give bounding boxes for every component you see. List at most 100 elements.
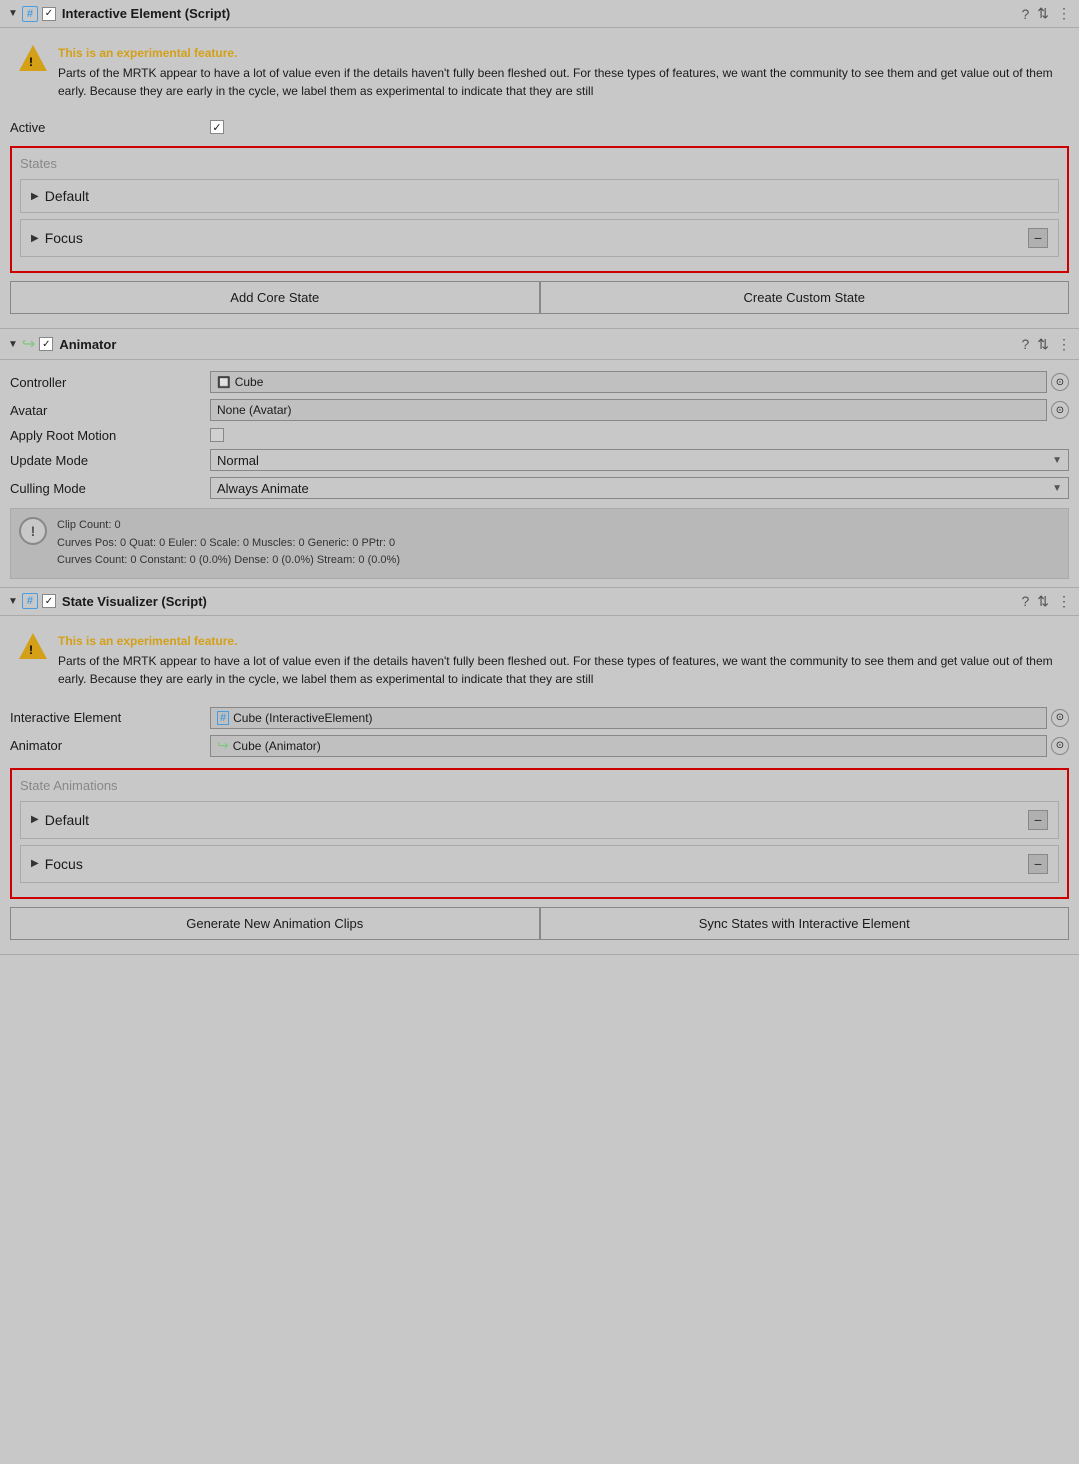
animator-obj-icon: ↪ bbox=[217, 737, 229, 754]
state-anim-remove-focus[interactable]: − bbox=[1028, 854, 1048, 874]
state-anim-focus-label[interactable]: ▶ Focus bbox=[31, 856, 83, 872]
panel3-actions: ? ⇅ ⋮ bbox=[1021, 593, 1071, 610]
interactive-element-value: # Cube (InteractiveElement) ⊙ bbox=[210, 707, 1069, 729]
state-name-default-1: Default bbox=[45, 188, 89, 204]
apply-root-field-row: Apply Root Motion bbox=[10, 424, 1069, 446]
update-mode-dropdown[interactable]: Normal ▼ bbox=[210, 449, 1069, 471]
interactive-select-btn[interactable]: ⊙ bbox=[1051, 709, 1069, 727]
interactive-obj-icon: # bbox=[217, 711, 229, 725]
interactive-element-body: ! This is an experimental feature. Parts… bbox=[0, 28, 1079, 328]
state-anim-item-default: ▶ Default − bbox=[20, 801, 1059, 839]
state-animations-panel: State Animations ▶ Default − ▶ Focus − bbox=[10, 768, 1069, 899]
generate-animation-clips-button[interactable]: Generate New Animation Clips bbox=[10, 907, 540, 940]
avatar-select-btn[interactable]: ⊙ bbox=[1051, 401, 1069, 419]
warning-box-1: ! This is an experimental feature. Parts… bbox=[10, 36, 1069, 108]
animator-label-3: Animator bbox=[10, 738, 210, 753]
state-default-label-1[interactable]: ▶ Default bbox=[31, 188, 89, 204]
anim-info-line1: Clip Count: 0 bbox=[57, 519, 121, 531]
states-panel-1: States ▶ Default ▶ Focus − bbox=[10, 146, 1069, 273]
help-icon-2[interactable]: ? bbox=[1021, 336, 1029, 352]
controller-object-field[interactable]: 🔲 Cube bbox=[210, 371, 1047, 393]
anim-info-line2: Curves Pos: 0 Quat: 0 Euler: 0 Scale: 0 … bbox=[57, 537, 395, 549]
warning-body-1: Parts of the MRTK appear to have a lot o… bbox=[58, 66, 1053, 98]
culling-mode-dropdown[interactable]: Always Animate ▼ bbox=[210, 477, 1069, 499]
state-visualizer-body: ! This is an experimental feature. Parts… bbox=[0, 616, 1079, 954]
warning-body-3: Parts of the MRTK appear to have a lot o… bbox=[58, 654, 1053, 686]
script-icon-1: # bbox=[22, 6, 38, 22]
apply-root-value bbox=[210, 428, 1069, 442]
controller-label: Controller bbox=[10, 375, 210, 390]
state-arrow-focus-1: ▶ bbox=[31, 233, 39, 244]
culling-mode-field-row: Culling Mode Always Animate ▼ bbox=[10, 474, 1069, 502]
controller-obj-name: Cube bbox=[235, 375, 1040, 389]
states-panel-title-1: States bbox=[20, 156, 1059, 171]
state-anim-default-label[interactable]: ▶ Default bbox=[31, 812, 89, 828]
animator-object-field-3[interactable]: ↪ Cube (Animator) bbox=[210, 735, 1047, 757]
sliders-icon-2[interactable]: ⇅ bbox=[1037, 336, 1049, 353]
add-core-state-button[interactable]: Add Core State bbox=[10, 281, 540, 314]
enable-checkbox-3[interactable]: ✓ bbox=[42, 594, 56, 608]
anim-info-text: Clip Count: 0 Curves Pos: 0 Quat: 0 Eule… bbox=[57, 517, 400, 570]
active-field-row: Active ✓ bbox=[10, 116, 1069, 138]
anim-info-box: ! Clip Count: 0 Curves Pos: 0 Quat: 0 Eu… bbox=[10, 508, 1069, 579]
warning-box-3: ! This is an experimental feature. Parts… bbox=[10, 624, 1069, 696]
collapse-arrow-3[interactable]: ▼ bbox=[8, 596, 18, 607]
animator-select-btn-3[interactable]: ⊙ bbox=[1051, 737, 1069, 755]
sliders-icon-3[interactable]: ⇅ bbox=[1037, 593, 1049, 610]
create-custom-state-button[interactable]: Create Custom State bbox=[540, 281, 1070, 314]
animator-header: ▼ ↪ ✓ Animator ? ⇅ ⋮ bbox=[0, 329, 1079, 360]
enable-checkbox-2[interactable]: ✓ bbox=[39, 337, 53, 351]
info-circle-icon: ! bbox=[19, 517, 47, 545]
interactive-element-object-field[interactable]: # Cube (InteractiveElement) bbox=[210, 707, 1047, 729]
state-focus-label-1[interactable]: ▶ Focus bbox=[31, 230, 83, 246]
sync-states-button[interactable]: Sync States with Interactive Element bbox=[540, 907, 1070, 940]
help-icon-3[interactable]: ? bbox=[1021, 593, 1029, 609]
help-icon-1[interactable]: ? bbox=[1021, 6, 1029, 22]
avatar-obj-name: None (Avatar) bbox=[217, 403, 1040, 417]
more-icon-2[interactable]: ⋮ bbox=[1057, 336, 1071, 353]
script-icon-3: # bbox=[22, 593, 38, 609]
interactive-element-field-row: Interactive Element # Cube (InteractiveE… bbox=[10, 704, 1069, 732]
animator-icon: ↪ bbox=[22, 334, 35, 354]
warning-icon-1: ! bbox=[18, 44, 48, 74]
state-anim-arrow-focus: ▶ bbox=[31, 858, 39, 869]
culling-mode-arrow: ▼ bbox=[1052, 483, 1062, 494]
panel1-title: Interactive Element (Script) bbox=[62, 6, 1022, 21]
collapse-arrow-2[interactable]: ▼ bbox=[8, 339, 18, 350]
warning-title-1: This is an experimental feature. bbox=[58, 44, 1061, 62]
warning-text-3: This is an experimental feature. Parts o… bbox=[58, 632, 1061, 688]
sliders-icon-1[interactable]: ⇅ bbox=[1037, 5, 1049, 22]
animator-field-row-3: Animator ↪ Cube (Animator) ⊙ bbox=[10, 732, 1069, 760]
state-anim-item-focus: ▶ Focus − bbox=[20, 845, 1059, 883]
state-item-default-1: ▶ Default bbox=[20, 179, 1059, 213]
avatar-label: Avatar bbox=[10, 403, 210, 418]
more-icon-1[interactable]: ⋮ bbox=[1057, 5, 1071, 22]
culling-mode-value: Always Animate ▼ bbox=[210, 477, 1069, 499]
state-animations-title: State Animations bbox=[20, 778, 1059, 793]
avatar-value: None (Avatar) ⊙ bbox=[210, 399, 1069, 421]
state-item-focus-1: ▶ Focus − bbox=[20, 219, 1059, 257]
more-icon-3[interactable]: ⋮ bbox=[1057, 593, 1071, 610]
state-anim-remove-default[interactable]: − bbox=[1028, 810, 1048, 830]
enable-checkbox-1[interactable]: ✓ bbox=[42, 7, 56, 21]
states-button-row: Add Core State Create Custom State bbox=[10, 281, 1069, 314]
warning-icon-3: ! bbox=[18, 632, 48, 662]
animator-panel: ▼ ↪ ✓ Animator ? ⇅ ⋮ Controller 🔲 Cube ⊙… bbox=[0, 329, 1079, 588]
apply-root-checkbox[interactable] bbox=[210, 428, 224, 442]
active-value: ✓ bbox=[210, 120, 1069, 134]
update-mode-label: Update Mode bbox=[10, 453, 210, 468]
collapse-arrow-1[interactable]: ▼ bbox=[8, 8, 18, 19]
state-anim-name-focus: Focus bbox=[45, 856, 83, 872]
active-checkbox[interactable]: ✓ bbox=[210, 120, 224, 134]
avatar-field-row: Avatar None (Avatar) ⊙ bbox=[10, 396, 1069, 424]
update-mode-value: Normal ▼ bbox=[210, 449, 1069, 471]
avatar-object-field[interactable]: None (Avatar) bbox=[210, 399, 1047, 421]
state-remove-focus-1[interactable]: − bbox=[1028, 228, 1048, 248]
controller-select-btn[interactable]: ⊙ bbox=[1051, 373, 1069, 391]
culling-mode-text: Always Animate bbox=[217, 481, 1052, 496]
warning-text-1: This is an experimental feature. Parts o… bbox=[58, 44, 1061, 100]
apply-root-label: Apply Root Motion bbox=[10, 428, 210, 443]
interactive-element-header: ▼ # ✓ Interactive Element (Script) ? ⇅ ⋮ bbox=[0, 0, 1079, 28]
panel2-actions: ? ⇅ ⋮ bbox=[1021, 336, 1071, 353]
animator-obj-name-3: Cube (Animator) bbox=[233, 739, 1040, 753]
